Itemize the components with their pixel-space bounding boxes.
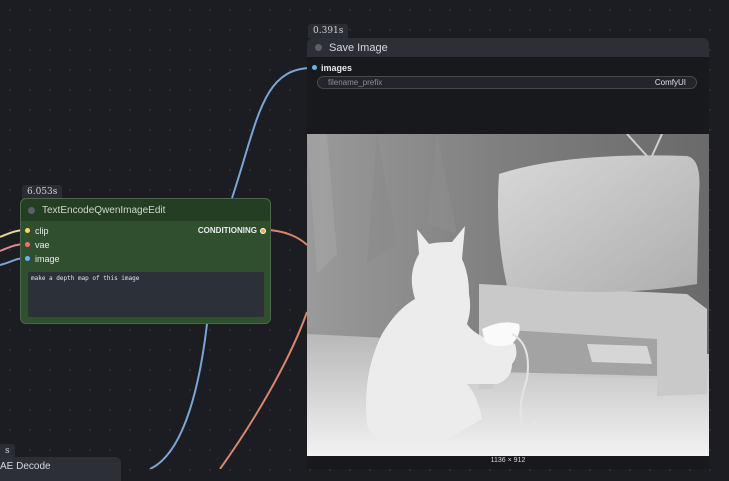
text-encode-node[interactable]: TextEncodeQwenImageEdit clip vae image C… (20, 198, 271, 324)
filename-prefix-widget[interactable]: filename_prefix ComfyUI (317, 76, 697, 89)
vae-node-timing: s (0, 444, 15, 458)
clip-input-label: clip (35, 226, 49, 236)
image-input-label: image (35, 254, 60, 264)
conditioning-output-label: CONDITIONING (197, 226, 257, 235)
save-image-node[interactable]: Save Image images filename_prefix ComfyU… (307, 38, 709, 469)
vae-input-label: vae (35, 240, 50, 250)
text-node-title: TextEncodeQwenImageEdit (42, 204, 166, 216)
depth-map-image (307, 134, 709, 456)
filename-prefix-value: ComfyUI (654, 78, 686, 87)
vae-node-title: AE Decode (0, 461, 51, 472)
image-size-caption: 1136 × 912 (490, 457, 526, 464)
conditioning-output-slot-icon[interactable] (260, 228, 266, 234)
wire-conditioning-out (264, 229, 308, 246)
filename-prefix-label: filename_prefix (328, 78, 383, 87)
images-input-label: images (321, 63, 353, 73)
vae-decode-node[interactable]: AE Decode (0, 457, 121, 481)
prompt-textarea[interactable]: make a depth map of this image (28, 272, 264, 317)
collapse-dot-icon[interactable] (315, 44, 322, 51)
text-node-header[interactable]: TextEncodeQwenImageEdit (21, 199, 270, 221)
save-node-title: Save Image (329, 41, 388, 54)
save-node-timing: 0.391s (308, 24, 349, 38)
wire-blue-down (149, 323, 208, 469)
wire-image-to-save (231, 67, 313, 199)
vae-input-slot-icon[interactable] (25, 242, 30, 247)
clip-input-slot-icon[interactable] (25, 228, 30, 233)
save-node-header[interactable]: Save Image (307, 38, 709, 57)
wire-orange-down (219, 311, 308, 469)
images-input-slot-icon[interactable] (312, 65, 317, 70)
collapse-dot-icon[interactable] (28, 206, 35, 214)
text-node-timing: 6.053s (22, 185, 63, 199)
image-input-slot-icon[interactable] (25, 256, 30, 261)
image-preview[interactable] (307, 134, 709, 456)
